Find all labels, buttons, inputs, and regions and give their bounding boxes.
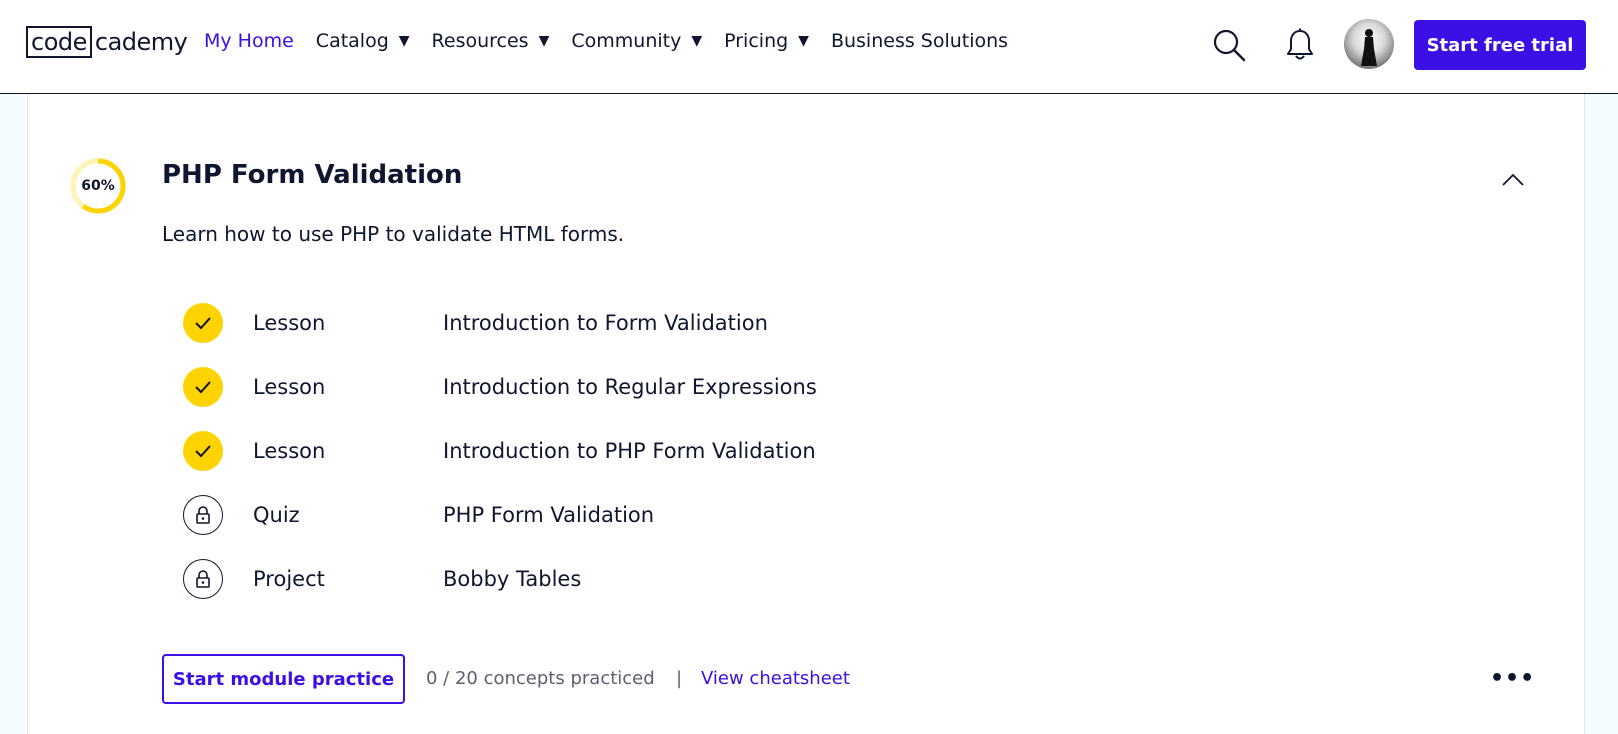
logo-text: cademy — [94, 28, 188, 56]
concepts-practiced-count: 0 / 20 concepts practiced — [426, 668, 655, 689]
item-type: Quiz — [253, 503, 300, 527]
nav-community[interactable]: Community ▼ — [571, 30, 702, 52]
search-icon[interactable] — [1212, 28, 1246, 62]
checkmark-icon — [183, 367, 223, 407]
lock-icon — [183, 495, 223, 535]
nav-label: Business Solutions — [830, 30, 1009, 52]
item-title: PHP Form Validation — [443, 503, 655, 527]
item-title: Introduction to Form Validation — [443, 311, 768, 335]
top-navigation-bar: code cademy My Home Catalog ▼ Resources ▼… — [0, 0, 1618, 94]
module-description: Learn how to use PHP to validate HTML fo… — [162, 222, 625, 246]
module-item-row[interactable]: Lesson Introduction to PHP Form Validati… — [183, 431, 816, 471]
item-type: Lesson — [253, 375, 326, 399]
item-type: Project — [253, 567, 325, 591]
module-item-row[interactable]: Lesson Introduction to Regular Expressio… — [183, 367, 817, 407]
bell-icon[interactable] — [1285, 28, 1315, 62]
chevron-up-icon[interactable] — [1500, 167, 1526, 193]
module-item-row[interactable]: Quiz PHP Form Validation — [183, 495, 654, 535]
nav-label: My Home — [204, 30, 294, 52]
nav-my-home[interactable]: My Home — [204, 30, 294, 52]
avatar[interactable] — [1344, 19, 1394, 69]
checkmark-icon — [183, 303, 223, 343]
item-type: Lesson — [253, 311, 326, 335]
chevron-down-icon: ▼ — [538, 33, 550, 49]
nav-pricing[interactable]: Pricing ▼ — [724, 30, 809, 52]
start-free-trial-button[interactable]: Start free trial — [1414, 20, 1586, 70]
start-module-practice-button[interactable]: Start module practice — [162, 654, 405, 704]
module-item-row[interactable]: Lesson Introduction to Form Validation — [183, 303, 768, 343]
item-title: Bobby Tables — [443, 567, 582, 591]
logo-boxed-text: code — [26, 26, 92, 58]
chevron-down-icon: ▼ — [798, 33, 809, 49]
module-card — [27, 94, 1585, 734]
nav-label: Pricing — [724, 30, 789, 52]
item-title: Introduction to PHP Form Validation — [443, 439, 816, 463]
lock-icon — [183, 559, 223, 599]
nav-label: Catalog — [315, 30, 389, 52]
module-title: PHP Form Validation — [162, 160, 463, 190]
nav-label: Resources — [431, 30, 529, 52]
nav-catalog[interactable]: Catalog ▼ — [316, 30, 410, 52]
divider: | — [676, 668, 683, 689]
chevron-down-icon: ▼ — [691, 33, 703, 49]
more-options-icon[interactable]: ••• — [1490, 666, 1534, 692]
nav-business-solutions[interactable]: Business Solutions — [831, 30, 1008, 52]
nav-resources[interactable]: Resources ▼ — [432, 30, 550, 52]
codecademy-logo[interactable]: code cademy — [26, 26, 188, 58]
item-type: Lesson — [253, 439, 326, 463]
progress-percentage: 60% — [81, 178, 115, 194]
chevron-down-icon: ▼ — [398, 33, 410, 49]
avatar-silhouette-icon — [1361, 29, 1377, 66]
item-title: Introduction to Regular Expressions — [443, 375, 817, 399]
checkmark-icon — [183, 431, 223, 471]
main-nav: My Home Catalog ▼ Resources ▼ Community … — [204, 30, 1030, 52]
module-item-row[interactable]: Project Bobby Tables — [183, 559, 581, 599]
nav-label: Community — [571, 30, 682, 52]
view-cheatsheet-link[interactable]: View cheatsheet — [701, 668, 850, 689]
